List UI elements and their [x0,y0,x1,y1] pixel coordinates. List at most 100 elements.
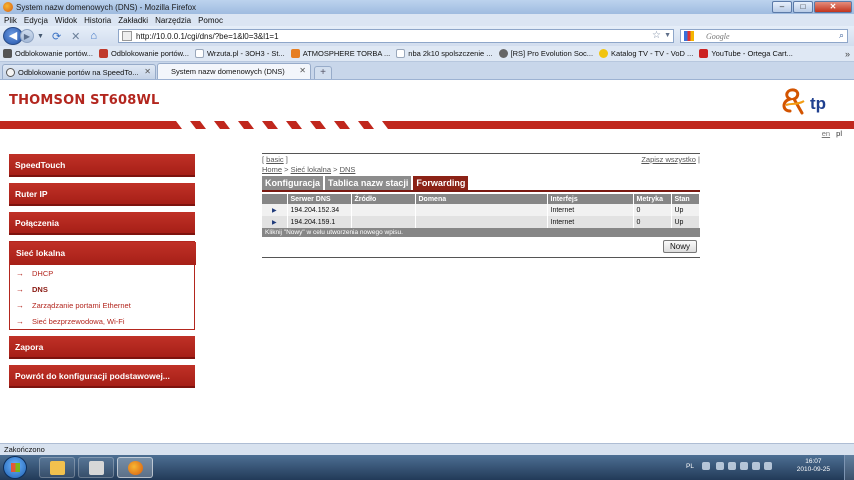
navigation-toolbar: ◀ ▶ ▼ ⟳ ✕ ⌂ ☆ ▼ ⌕ [0,26,854,46]
bookmark-item[interactable]: Wrzuta.pl - 3OH3 - St... [194,49,285,58]
save-all-link[interactable]: Zapisz wszystko [641,155,696,164]
menu-history[interactable]: Historia [84,16,111,25]
bookmarks-toolbar: Odblokowanie portów... Odblokowanie port… [0,46,854,62]
tab-bar: Odblokowanie portów na SpeedTo... ✕ Syst… [0,62,854,80]
table-cell [415,216,548,228]
start-button[interactable] [3,456,27,479]
menu-bookmarks[interactable]: Zakładki [118,16,148,25]
home-icon[interactable]: ⌂ [90,30,97,42]
sidebar-item-polaczenia[interactable]: Połączenia [9,212,195,235]
sidebar-item-zapora[interactable]: Zapora [9,336,195,359]
forward-button[interactable]: ▶ [20,29,34,43]
history-dropdown-icon[interactable]: ▼ [37,33,44,40]
search-icon[interactable]: ⌕ [839,30,844,41]
search-bar[interactable]: ⌕ [680,29,848,43]
new-tab-button[interactable]: + [314,66,332,79]
clock[interactable]: 16:07 2010-09-25 [797,458,830,474]
row-select-icon[interactable]: ▶ [262,204,288,216]
system-tray: PL 16:07 2010-09-25 [686,455,854,480]
language-indicator[interactable]: PL [686,463,694,470]
tab-favicon-icon [6,67,15,77]
sidebar-subitem-dhcp[interactable]: → DHCP [10,265,194,281]
network-icon[interactable] [740,462,748,470]
search-input[interactable] [706,31,836,41]
arrow-icon: → [16,268,24,278]
bookmark-item[interactable]: [RS] Pro Evolution Soc... [498,49,593,58]
app-icon [89,461,104,475]
breadcrumb-dns[interactable]: DNS [340,165,356,174]
sidebar-item-powrot[interactable]: Powrót do konfiguracji podstawowej... [9,365,195,388]
table-hint: Kliknij "Nowy" w celu utworzenia nowego … [262,228,700,237]
menu-view[interactable]: Widok [55,16,77,25]
sidebar-item-ruter-ip[interactable]: Ruter IP [9,183,195,206]
new-entry-button[interactable]: Nowy [663,240,697,253]
table-row[interactable]: ▶ 194.204.152.34 Internet 0 Up [262,204,700,216]
bookmark-item[interactable]: ATMOSPHERE TORBA ... [290,49,390,58]
show-desktop-button[interactable] [844,455,854,480]
column-header: Metryka [633,194,672,204]
dns-forwarding-table: Serwer DNS Źródło Domena Interfejs Metry… [262,194,700,228]
tray-icon[interactable] [716,462,724,470]
tray-icon[interactable] [728,462,736,470]
firefox-icon [128,461,143,475]
table-row[interactable]: ▶ 194.204.159.1 Internet 0 Up [262,216,700,228]
sidebar-item-speedtouch[interactable]: SpeedTouch [9,154,195,177]
svg-text:tp: tp [810,94,826,113]
browser-tab-active[interactable]: System nazw domenowych (DNS) ✕ [157,63,311,79]
address-bar[interactable]: ☆ ▼ [118,29,674,43]
breadcrumb-siec-lokalna[interactable]: Sieć lokalna [291,165,331,174]
tray-icon[interactable] [702,462,710,470]
menu-edit[interactable]: Edycja [24,16,48,25]
tab-close-icon[interactable]: ✕ [144,67,151,76]
divider [262,257,700,258]
menu-file[interactable]: Plik [4,16,17,25]
bookmark-item[interactable]: Odblokowanie portów... [3,49,93,58]
youtube-icon [699,49,709,58]
main-content: [ basic ] Zapisz wszystko | Home > Sieć … [262,153,700,258]
column-header: Stan [671,194,700,204]
menu-help[interactable]: Pomoc [198,16,223,25]
sidebar-subitem-ethernet[interactable]: → Zarządzanie portami Ethernet [10,297,194,313]
bookmark-item[interactable]: Odblokowanie portów... [98,49,189,58]
header-red-band [0,121,854,129]
language-switcher: en pl [818,129,842,138]
basic-link[interactable]: basic [266,155,284,164]
stop-icon[interactable]: ✕ [71,30,80,43]
bookmark-item[interactable]: YouTube - Ortega Cart... [699,49,793,58]
taskbar-explorer-button[interactable] [39,457,75,478]
reload-icon[interactable]: ⟳ [52,30,61,43]
sidebar-subitem-dns[interactable]: → DNS [10,281,194,297]
table-cell [351,204,416,216]
browser-tab[interactable]: Odblokowanie portów na SpeedTo... ✕ [2,64,156,79]
more-bookmarks-icon[interactable]: » [845,49,850,59]
taskbar-firefox-button[interactable] [117,457,153,478]
maximize-button[interactable]: □ [793,1,813,13]
tab-forwarding[interactable]: Forwarding [413,176,469,190]
volume-icon[interactable] [752,462,760,470]
taskbar-app-button[interactable] [78,457,114,478]
table-cell: Internet [547,204,634,216]
close-button[interactable]: ✕ [814,1,852,13]
bookmark-item[interactable]: Katalog TV - TV - VoD ... [599,49,693,58]
lang-pl-link[interactable]: pl [836,129,842,138]
google-icon[interactable] [684,31,694,41]
url-dropdown-icon[interactable]: ▼ [664,32,671,39]
bookmark-item[interactable]: nba 2k10 spolszczenie ... [396,49,493,58]
tab-tablica-nazw-stacji[interactable]: Tablica nazw stacji [325,176,412,190]
battery-icon[interactable] [764,462,772,470]
clock-date: 2010-09-25 [796,466,830,473]
breadcrumb-home[interactable]: Home [262,165,282,174]
window-title: System nazw domenowych (DNS) - Mozilla F… [16,2,197,12]
url-input[interactable] [136,30,636,42]
bookmark-star-icon[interactable]: ☆ [652,30,661,41]
sidebar-subitem-wifi[interactable]: → Sieć bezprzewodowa, Wi-Fi [10,313,194,329]
table-cell: 194.204.152.34 [287,204,352,216]
tab-konfiguracja[interactable]: Konfiguracja [262,176,324,190]
row-select-icon[interactable]: ▶ [262,216,288,228]
minimize-button[interactable]: – [772,1,792,13]
menu-tools[interactable]: Narzędzia [155,16,191,25]
folder-icon [50,461,65,475]
tab-close-icon[interactable]: ✕ [299,66,306,75]
lang-en-link[interactable]: en [822,129,830,138]
sidebar-item-siec-lokalna[interactable]: Sieć lokalna [10,242,196,265]
